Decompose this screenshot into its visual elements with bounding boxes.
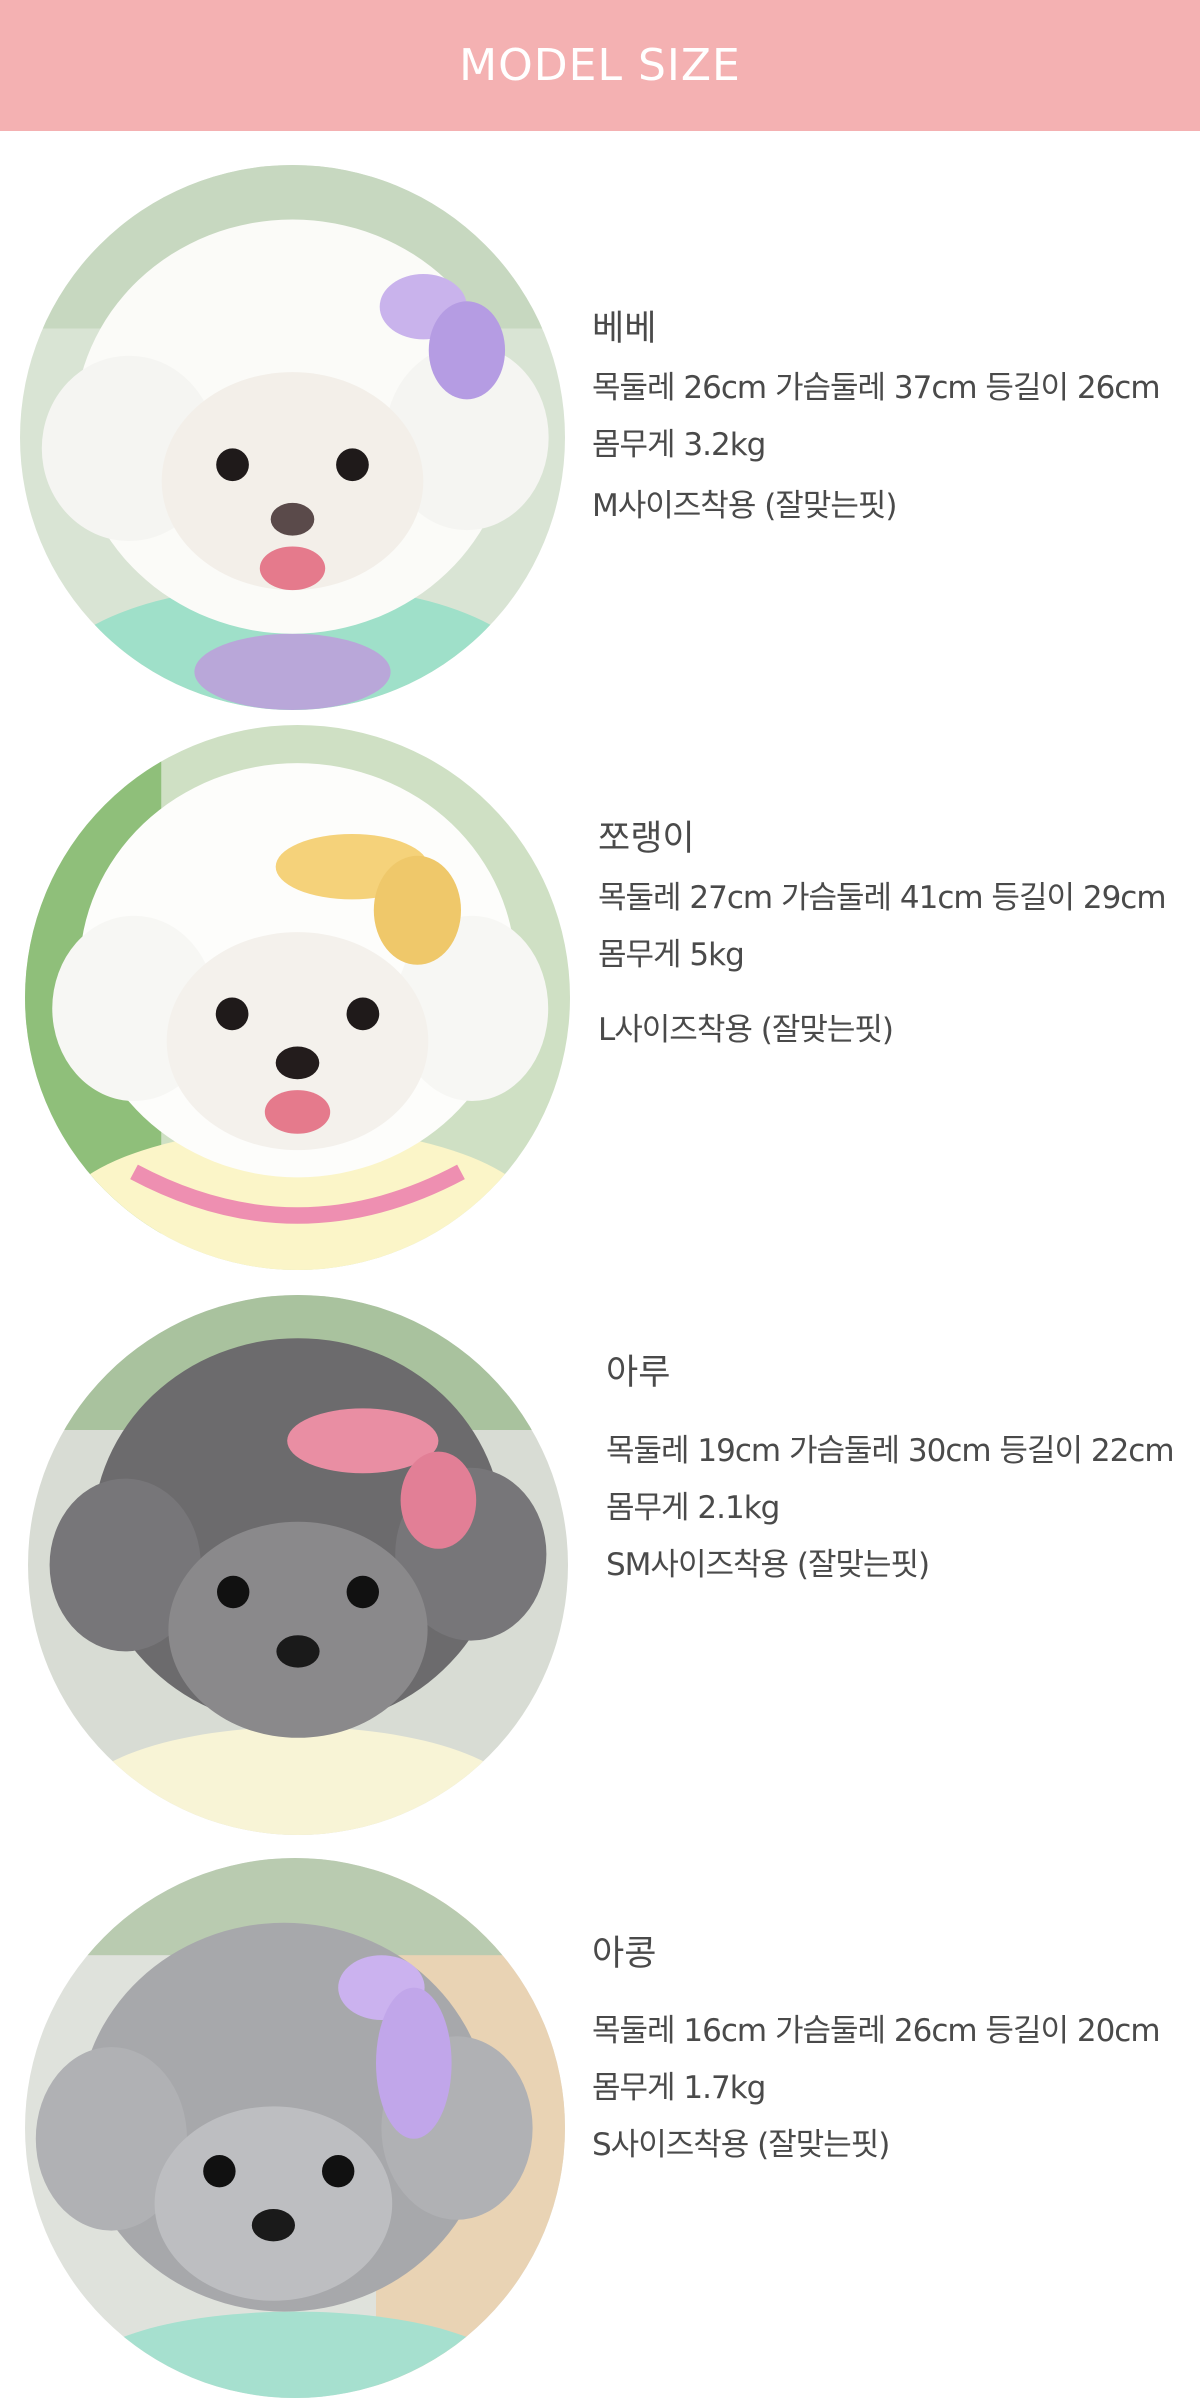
dog-photo: [28, 1295, 568, 1835]
model-measurements: 목둘레 27cm 가슴둘레 41cm 등길이 29cm: [598, 880, 1167, 916]
model-measurements: 목둘레 19cm 가슴둘레 30cm 등길이 22cm: [606, 1433, 1175, 1469]
dog-photo: [25, 1858, 565, 2398]
model-fit: S사이즈착용 (잘맞는핏): [592, 2127, 890, 2163]
dog-photo: [20, 165, 565, 710]
model-name: 쪼랭이: [598, 819, 695, 859]
page-title: MODEL SIZE: [459, 40, 741, 91]
model-name: 베베: [592, 309, 657, 349]
model-info: 아콩 목둘레 16cm 가슴둘레 26cm 등길이 20cm 몸무게 1.7kg…: [592, 1934, 1161, 2163]
model-info: 아루 목둘레 19cm 가슴둘레 30cm 등길이 22cm 몸무게 2.1kg…: [606, 1353, 1175, 1583]
model-info: 쪼랭이 목둘레 27cm 가슴둘레 41cm 등길이 29cm 몸무게 5kg …: [598, 819, 1167, 1048]
model-measurements: 목둘레 16cm 가슴둘레 26cm 등길이 20cm: [592, 2013, 1161, 2049]
model-weight: 몸무게 5kg: [598, 937, 745, 973]
model-weight: 몸무게 1.7kg: [592, 2070, 766, 2106]
model-measurements: 목둘레 26cm 가슴둘레 37cm 등길이 26cm: [592, 370, 1161, 406]
model-name: 아콩: [592, 1934, 657, 1974]
header-bar: MODEL SIZE: [0, 0, 1200, 131]
model-fit: L사이즈착용 (잘맞는핏): [598, 1012, 894, 1048]
model-info: 베베 목둘레 26cm 가슴둘레 37cm 등길이 26cm 몸무게 3.2kg…: [592, 309, 1161, 524]
dog-photo: [25, 725, 570, 1270]
model-fit: M사이즈착용 (잘맞는핏): [592, 488, 897, 524]
model-fit: SM사이즈착용 (잘맞는핏): [606, 1547, 930, 1583]
model-weight: 몸무게 3.2kg: [592, 427, 766, 463]
model-name: 아루: [606, 1353, 671, 1393]
model-weight: 몸무게 2.1kg: [606, 1490, 780, 1526]
